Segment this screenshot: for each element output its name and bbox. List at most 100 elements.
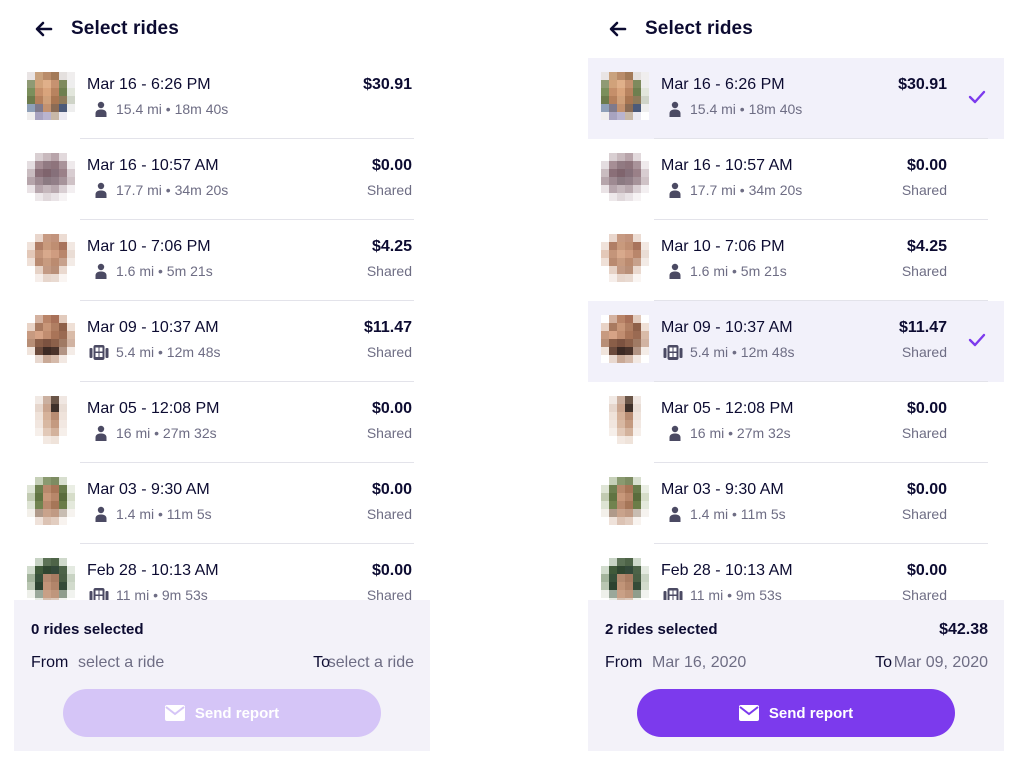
ride-meta: 15.4 mi • 18m 40s [94, 101, 228, 117]
person-icon [668, 101, 682, 117]
ride-row[interactable]: Mar 16 - 10:57 AM 17.7 mi • 34m 20s $0.00 S… [588, 139, 1004, 220]
ride-meta: 1.4 mi • 11m 5s [668, 506, 786, 522]
ride-stats: 1.4 mi • 11m 5s [116, 506, 212, 522]
ride-list[interactable]: Mar 16 - 6:26 PM 15.4 mi • 18m 40s $30.91 M… [14, 58, 430, 600]
shared-label: Shared [366, 182, 412, 198]
ride-meta: 11 mi • 9m 53s [663, 587, 782, 600]
ride-meta: 16 mi • 27m 32s [94, 425, 217, 441]
ride-meta: 17.7 mi • 34m 20s [94, 182, 228, 198]
avatar [601, 315, 649, 363]
ride-stats: 15.4 mi • 18m 40s [690, 101, 803, 117]
bus-icon [663, 587, 683, 600]
person-icon [94, 425, 108, 441]
ride-stats: 5.4 mi • 12m 48s [690, 344, 795, 360]
ride-price: $0.00 [906, 157, 947, 174]
ride-stats: 17.7 mi • 34m 20s [116, 182, 229, 198]
ride-row[interactable]: Mar 16 - 6:26 PM 15.4 mi • 18m 40s $30.91 [14, 58, 430, 139]
ride-meta: 1.4 mi • 11m 5s [94, 506, 212, 522]
person-icon [94, 101, 108, 117]
ride-row[interactable]: Mar 05 - 12:08 PM 16 mi • 27m 32s $0.00 Sha… [14, 382, 430, 463]
send-report-button[interactable]: Send report [637, 689, 955, 737]
from-date-value: select a ride [78, 654, 165, 671]
arrow-left-icon [608, 18, 628, 40]
to-date-value: Mar 09, 2020 [893, 654, 988, 671]
ride-stats: 11 mi • 9m 53s [116, 587, 208, 600]
avatar [601, 72, 649, 120]
ride-row[interactable]: Mar 10 - 7:06 PM 1.6 mi • 5m 21s $4.25 Shar… [588, 220, 1004, 301]
send-report-label: Send report [194, 704, 280, 722]
shared-label: Shared [901, 344, 947, 360]
ride-date: Mar 16 - 6:26 PM [661, 76, 785, 93]
shared-label: Shared [366, 263, 412, 279]
ride-row[interactable]: Mar 16 - 6:26 PM 15.4 mi • 18m 40s $30.91 [588, 58, 1004, 139]
check-icon [968, 90, 986, 104]
ride-list[interactable]: Mar 16 - 6:26 PM 15.4 mi • 18m 40s $30.91 M… [588, 58, 1004, 600]
page-title: Select rides [645, 18, 753, 39]
ride-price: $4.25 [371, 238, 412, 255]
person-icon [94, 506, 108, 522]
avatar [27, 477, 75, 525]
ride-row[interactable]: Mar 03 - 9:30 AM 1.4 mi • 11m 5s $0.00 Shar… [588, 463, 1004, 544]
arrow-left-icon [34, 18, 54, 40]
selection-footer: 0 rides selected From select a ride To s… [14, 600, 430, 751]
send-report-button[interactable]: Send report [63, 689, 381, 737]
avatar [601, 153, 649, 201]
avatar [27, 315, 75, 363]
ride-stats: 11 mi • 9m 53s [690, 587, 782, 600]
ride-date: Feb 28 - 10:13 AM [87, 562, 219, 579]
mail-icon [738, 705, 759, 721]
rides-selected-count: 0 rides selected [31, 621, 144, 638]
avatar [27, 396, 75, 444]
ride-date: Mar 10 - 7:06 PM [87, 238, 211, 255]
header: Select rides [588, 0, 1004, 58]
ride-meta: 15.4 mi • 18m 40s [668, 101, 802, 117]
ride-meta: 16 mi • 27m 32s [668, 425, 791, 441]
avatar [601, 396, 649, 444]
ride-date: Feb 28 - 10:13 AM [661, 562, 793, 579]
ride-price: $11.47 [898, 319, 947, 336]
selected-total: $42.38 [939, 621, 988, 638]
ride-stats: 15.4 mi • 18m 40s [116, 101, 229, 117]
bus-icon [663, 344, 683, 360]
ride-row[interactable]: Feb 28 - 10:13 AM 11 mi • 9m 53s $0.00 Shar… [588, 544, 1004, 600]
avatar [27, 72, 75, 120]
shared-label: Shared [366, 587, 412, 600]
ride-stats: 1.6 mi • 5m 21s [690, 263, 787, 279]
ride-price: $4.25 [906, 238, 947, 255]
ride-price: $0.00 [906, 481, 947, 498]
ride-price: $0.00 [906, 562, 947, 579]
ride-row[interactable]: Feb 28 - 10:13 AM 11 mi • 9m 53s $0.00 Shar… [14, 544, 430, 600]
to-date-value: select a ride [327, 654, 414, 671]
ride-price: $30.91 [898, 76, 947, 93]
select-rides-screen-empty: Select rides Mar 16 - 6:26 PM 15.4 mi • 1… [14, 0, 430, 761]
page-title: Select rides [71, 18, 179, 39]
person-icon [668, 263, 682, 279]
avatar [27, 234, 75, 282]
ride-row[interactable]: Mar 03 - 9:30 AM 1.4 mi • 11m 5s $0.00 Shar… [14, 463, 430, 544]
header: Select rides [14, 0, 430, 58]
ride-row[interactable]: Mar 09 - 10:37 AM 5.4 mi • 12m 48s $11.47 S… [14, 301, 430, 382]
back-button[interactable] [34, 18, 54, 40]
ride-row[interactable]: Mar 10 - 7:06 PM 1.6 mi • 5m 21s $4.25 Shar… [14, 220, 430, 301]
from-label: From [31, 654, 69, 671]
ride-date: Mar 03 - 9:30 AM [661, 481, 784, 498]
shared-label: Shared [901, 182, 947, 198]
check-icon [968, 333, 986, 347]
avatar [601, 234, 649, 282]
ride-stats: 1.6 mi • 5m 21s [116, 263, 213, 279]
back-button[interactable] [608, 18, 628, 40]
shared-label: Shared [366, 344, 412, 360]
selection-footer: 2 rides selected $42.38 From Mar 16, 202… [588, 600, 1004, 751]
shared-label: Shared [901, 263, 947, 279]
ride-price: $11.47 [363, 319, 412, 336]
ride-row[interactable]: Mar 16 - 10:57 AM 17.7 mi • 34m 20s $0.00 S… [14, 139, 430, 220]
person-icon [94, 263, 108, 279]
ride-row[interactable]: Mar 09 - 10:37 AM 5.4 mi • 12m 48s $11.47 S… [588, 301, 1004, 382]
avatar [27, 153, 75, 201]
avatar [27, 558, 75, 600]
ride-date: Mar 16 - 10:57 AM [87, 157, 219, 174]
ride-row[interactable]: Mar 05 - 12:08 PM 16 mi • 27m 32s $0.00 Sha… [588, 382, 1004, 463]
ride-meta: 1.6 mi • 5m 21s [94, 263, 213, 279]
shared-label: Shared [366, 506, 412, 522]
ride-price: $0.00 [371, 157, 412, 174]
